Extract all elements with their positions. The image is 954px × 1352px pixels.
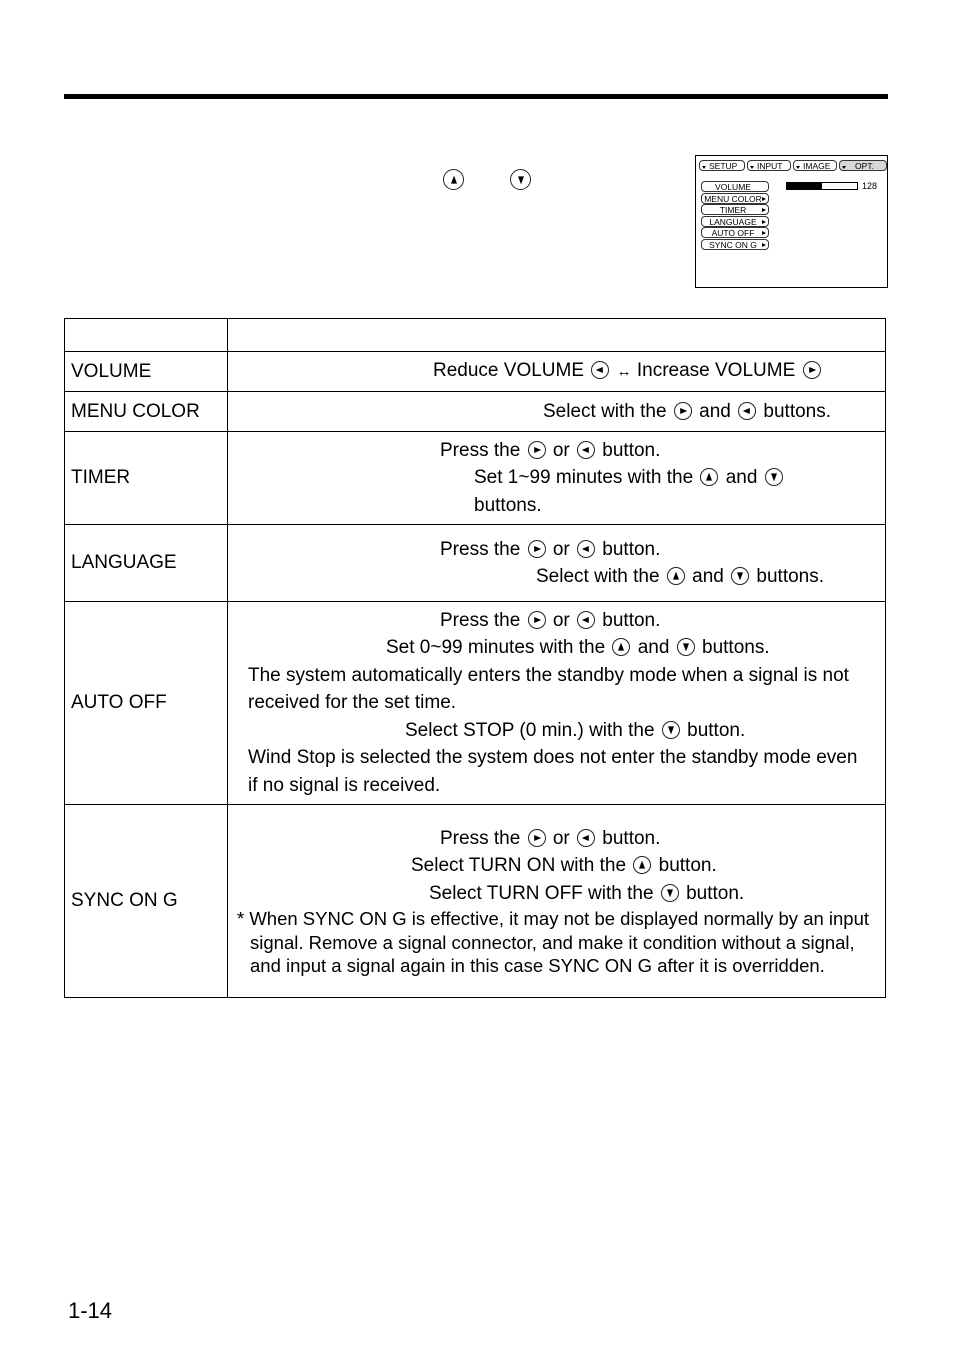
- osd-menu-illustration: SETUP INPUT IMAGE OPT. VOLUME MENU COLOR…: [695, 155, 888, 288]
- submenu-arrow-icon: [762, 219, 766, 224]
- up-button-icon: [666, 567, 685, 585]
- table-row: SYNC ON G Press the or button. Select TU…: [64, 804, 886, 998]
- up-button-icon: [443, 169, 464, 190]
- osd-tab-setup: SETUP: [699, 160, 745, 171]
- osd-volume-bar-fill: [787, 183, 822, 189]
- table-row: VOLUME Reduce VOLUME ↔ Increase VOLUME: [64, 351, 886, 392]
- osd-volume-bar: [786, 182, 858, 190]
- right-button-icon: [527, 440, 546, 459]
- osd-item-list: VOLUME MENU COLOR TIMER LANGUAGE AUTO OF…: [701, 181, 769, 251]
- row-name: MENU COLOR: [64, 391, 228, 432]
- set-line: Set 0~99 minutes with the and buttons.: [386, 637, 770, 659]
- set-line: Set 1~99 minutes with the and buttons.: [228, 464, 834, 519]
- table-row: TIMER Press the or button. Set 1~99 minu…: [64, 431, 886, 525]
- intro-buttons: [441, 169, 533, 192]
- options-table: VOLUME Reduce VOLUME ↔ Increase VOLUME M…: [64, 318, 886, 998]
- right-button-icon: [802, 361, 821, 380]
- turn-off-line: Select TURN OFF with the button.: [429, 882, 745, 904]
- tab-dropdown-icon: [796, 166, 800, 169]
- osd-tab-image: IMAGE: [793, 160, 837, 171]
- right-button-icon: [527, 610, 546, 629]
- select-line: Select with the and buttons.: [536, 566, 825, 587]
- row-description: Select with the and buttons.: [227, 391, 886, 432]
- osd-item-volume: VOLUME: [701, 181, 769, 192]
- press-line: Press the or button.: [440, 827, 661, 849]
- up-button-icon: [633, 856, 652, 874]
- volume-line: Reduce VOLUME ↔ Increase VOLUME: [228, 357, 885, 386]
- press-line: Press the or button.: [440, 538, 661, 560]
- down-button-icon: [764, 468, 783, 487]
- right-button-icon: [673, 401, 692, 420]
- left-button-icon: [577, 610, 596, 629]
- row-description: Press the or button. Select TURN ON with…: [227, 804, 886, 998]
- osd-item-language: LANGUAGE: [701, 215, 769, 227]
- row-name: LANGUAGE: [64, 524, 228, 602]
- left-button-icon: [577, 440, 596, 459]
- tab-dropdown-icon: [702, 166, 706, 169]
- page-number: 1-14: [68, 1298, 113, 1323]
- press-line: Press the or button.: [440, 439, 661, 461]
- row-name: VOLUME: [64, 351, 228, 392]
- turn-on-line: Select TURN ON with the button.: [411, 855, 717, 876]
- submenu-arrow-icon: [762, 231, 766, 236]
- press-line: Press the or button.: [440, 609, 661, 631]
- row-name: SYNC ON G: [64, 804, 228, 998]
- up-button-icon: [612, 638, 631, 657]
- down-button-icon: [510, 169, 531, 190]
- select-line: Select with the and buttons.: [543, 400, 832, 422]
- left-button-icon: [577, 539, 596, 558]
- header-description-cell: [227, 318, 886, 352]
- osd-item-sync-on-g: SYNC ON G: [701, 238, 769, 250]
- row-description: Press the or button. Set 1~99 minutes wi…: [227, 431, 886, 525]
- tab-dropdown-icon: [842, 166, 846, 169]
- down-button-icon: [660, 883, 679, 902]
- down-button-icon: [676, 638, 695, 657]
- sync-on-g-note: * When SYNC ON G is effective, it may no…: [237, 908, 870, 976]
- standby-description: The system automatically enters the stan…: [248, 664, 849, 714]
- osd-item-menu-color: MENU COLOR: [701, 192, 769, 204]
- row-description: Press the or button. Set 0~99 minutes wi…: [227, 601, 886, 805]
- table-row: LANGUAGE Press the or button. Select wit…: [64, 524, 886, 602]
- row-description: Reduce VOLUME ↔ Increase VOLUME: [227, 351, 886, 392]
- header-item-cell: [64, 318, 228, 352]
- stop-description: Wind Stop is selected the system does no…: [248, 747, 858, 796]
- right-button-icon: [527, 828, 546, 847]
- table-row: AUTO OFF Press the or button. Set 0~99 m…: [64, 601, 886, 805]
- table-header-row: [64, 318, 886, 352]
- submenu-arrow-icon: [762, 196, 766, 201]
- tab-dropdown-icon: [750, 166, 754, 169]
- right-button-icon: [527, 539, 546, 558]
- top-rule: [64, 94, 888, 99]
- down-button-icon: [731, 567, 750, 585]
- left-button-icon: [738, 401, 757, 420]
- table-row: MENU COLOR Select with the and buttons.: [64, 391, 886, 432]
- osd-volume-value: 128: [862, 181, 878, 191]
- up-button-icon: [700, 468, 719, 487]
- row-name: TIMER: [64, 431, 228, 525]
- row-name: AUTO OFF: [64, 601, 228, 805]
- osd-tab-input: INPUT: [747, 160, 791, 171]
- osd-tab-opt: OPT.: [839, 160, 887, 171]
- submenu-arrow-icon: [762, 208, 766, 213]
- osd-item-auto-off: AUTO OFF: [701, 227, 769, 239]
- down-button-icon: [661, 720, 680, 739]
- left-button-icon: [577, 828, 596, 847]
- osd-tabs: SETUP INPUT IMAGE OPT.: [699, 160, 889, 171]
- stop-line: Select STOP (0 min.) with the button.: [405, 719, 746, 741]
- osd-item-timer: TIMER: [701, 204, 769, 216]
- row-description: Press the or button. Select with the and…: [227, 524, 886, 602]
- left-button-icon: [591, 361, 610, 380]
- submenu-arrow-icon: [762, 242, 766, 247]
